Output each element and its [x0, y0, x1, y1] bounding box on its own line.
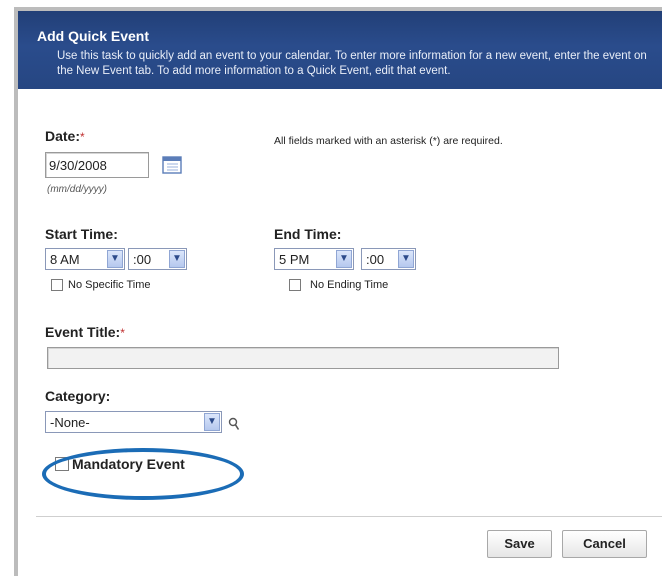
- chevron-down-icon[interactable]: ▼: [107, 250, 123, 268]
- end-time-label: End Time:: [274, 226, 342, 242]
- end-hour-value: 5 PM: [279, 252, 310, 267]
- save-button[interactable]: Save: [487, 530, 552, 558]
- magnifier-icon[interactable]: [228, 417, 240, 431]
- no-ending-time-label: No Ending Time: [310, 279, 389, 291]
- cancel-button[interactable]: Cancel: [562, 530, 647, 558]
- no-ending-time-checkbox[interactable]: [289, 279, 301, 291]
- no-specific-time-checkbox[interactable]: [51, 279, 63, 291]
- category-label: Category:: [45, 388, 111, 404]
- required-fields-note: All fields marked with an asterisk (*) a…: [274, 135, 503, 147]
- highlight-ellipse: [42, 448, 244, 500]
- category-value: -None-: [50, 415, 90, 430]
- chevron-down-icon[interactable]: ▼: [169, 250, 185, 268]
- end-minute-value: :00: [366, 252, 385, 267]
- add-quick-event-dialog: Add Quick Event Use this task to quickly…: [14, 7, 662, 576]
- chevron-down-icon[interactable]: ▼: [398, 250, 414, 268]
- end-hour-select[interactable]: 5 PM ▼: [274, 248, 354, 270]
- start-minute-select[interactable]: :00 ▼: [128, 248, 187, 270]
- date-label: Date:: [45, 128, 81, 144]
- event-title-label: Event Title:: [45, 324, 121, 340]
- start-hour-select[interactable]: 8 AM ▼: [45, 248, 125, 270]
- start-time-label: Start Time:: [45, 226, 118, 242]
- category-select[interactable]: -None- ▼: [45, 411, 222, 433]
- calendar-icon[interactable]: [162, 155, 182, 174]
- chevron-down-icon[interactable]: ▼: [336, 250, 352, 268]
- start-hour-value: 8 AM: [50, 252, 80, 267]
- dialog-description: Use this task to quickly add an event to…: [57, 50, 647, 77]
- date-input[interactable]: [45, 152, 149, 178]
- date-format-hint: (mm/dd/yyyy): [47, 184, 107, 195]
- date-required-mark: *: [80, 130, 85, 144]
- chevron-down-icon[interactable]: ▼: [204, 413, 220, 431]
- footer-divider: [36, 516, 662, 517]
- date-label-group: Date:*: [45, 128, 85, 144]
- dialog-title: Add Quick Event: [37, 28, 150, 44]
- start-minute-value: :00: [133, 252, 152, 267]
- dialog-header: Add Quick Event Use this task to quickly…: [18, 11, 662, 89]
- event-title-required-mark: *: [120, 326, 125, 340]
- event-title-label-group: Event Title:*: [45, 324, 125, 340]
- no-specific-time-label: No Specific Time: [68, 279, 151, 291]
- event-title-input[interactable]: [47, 347, 559, 369]
- end-minute-select[interactable]: :00 ▼: [361, 248, 416, 270]
